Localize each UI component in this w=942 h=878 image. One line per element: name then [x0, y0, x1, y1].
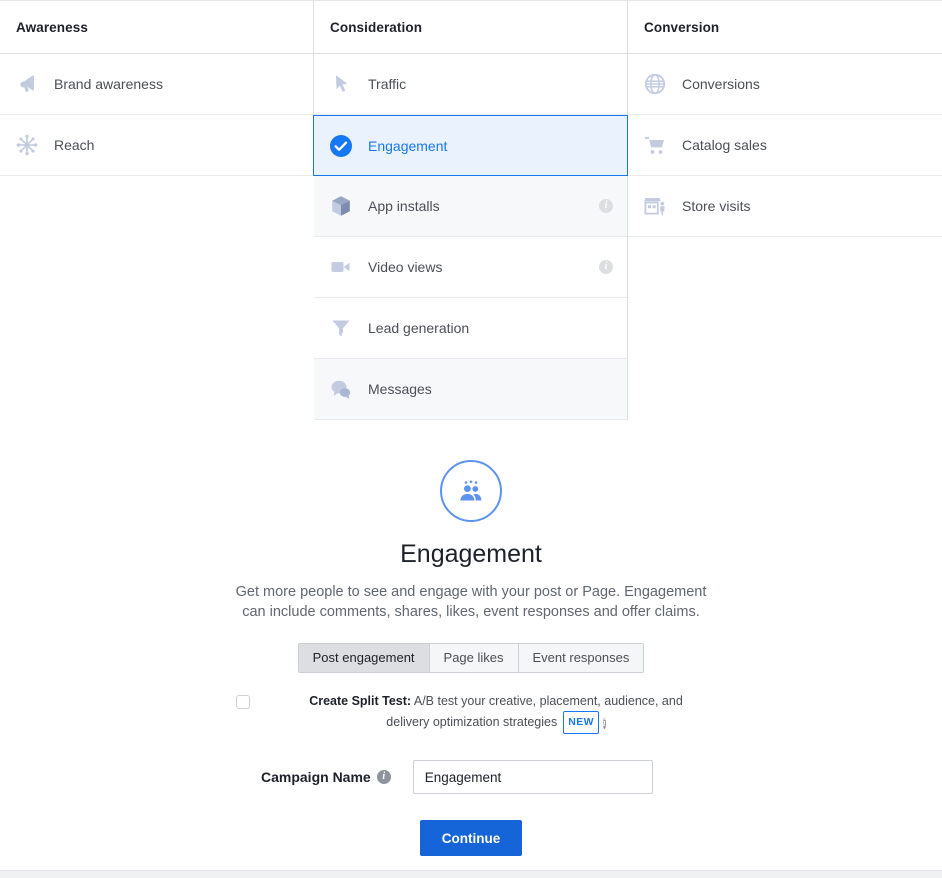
objective-label: Lead generation: [368, 320, 470, 336]
objective-columns: Awareness Brand awareness Reach Consider…: [0, 0, 942, 420]
tab-post-engagement[interactable]: Post engagement: [298, 644, 430, 672]
campaign-name-label-text: Campaign Name: [261, 769, 371, 785]
funnel-icon: [328, 315, 354, 341]
objective-column-consideration: Consideration Traffic Engagement App ins…: [313, 1, 628, 420]
info-icon[interactable]: i: [376, 770, 391, 784]
campaign-name-input[interactable]: [412, 760, 653, 794]
objective-label: Conversions: [682, 76, 760, 92]
megaphone-icon: [14, 71, 40, 97]
video-camera-icon: [328, 254, 354, 280]
check-circle-icon: [328, 133, 354, 159]
column-header-consideration: Consideration: [314, 1, 627, 54]
split-test-label-bold: Create Split Test:: [309, 694, 412, 708]
cube-box-icon: [328, 193, 354, 219]
campaign-name-row: Campaign Name i: [261, 760, 681, 794]
continue-button[interactable]: Continue: [419, 820, 523, 856]
info-icon[interactable]: i: [602, 717, 606, 729]
objective-label: Catalog sales: [682, 137, 767, 153]
objective-item-catalog-sales[interactable]: Catalog sales: [628, 115, 942, 176]
objective-label: Engagement: [368, 137, 448, 154]
objective-item-store-visits[interactable]: Store visits: [628, 176, 942, 237]
objective-detail-panel: Engagement Get more people to see and en…: [0, 420, 942, 856]
objective-label: Brand awareness: [54, 76, 163, 92]
objective-label: App installs: [368, 198, 440, 214]
split-test-label-rest: A/B test your creative, placement, audie…: [386, 694, 683, 729]
shopping-cart-icon: [642, 132, 668, 158]
objective-column-conversion: Conversion Conversions Catalog sales Sto…: [628, 1, 942, 237]
people-group-icon: [440, 460, 502, 522]
objective-label: Video views: [368, 259, 443, 275]
info-icon[interactable]: i: [599, 260, 613, 274]
cursor-arrow-icon: [328, 71, 354, 97]
campaign-objective-page: Awareness Brand awareness Reach Consider…: [0, 0, 942, 878]
detail-description: Get more people to see and engage with y…: [235, 584, 707, 620]
detail-title: Engagement: [400, 540, 542, 568]
column-header-awareness: Awareness: [0, 1, 313, 54]
objective-label: Messages: [368, 381, 432, 397]
objective-subtype-tabs: Post engagement Page likes Event respons…: [297, 643, 645, 673]
objective-item-traffic[interactable]: Traffic: [314, 54, 627, 115]
campaign-name-label: Campaign Name i: [261, 769, 391, 785]
objective-item-reach[interactable]: Reach: [0, 115, 313, 176]
storefront-icon: [642, 193, 668, 219]
new-badge: NEW: [563, 711, 599, 734]
column-header-conversion: Conversion: [628, 1, 942, 54]
objective-item-engagement[interactable]: Engagement: [313, 115, 628, 176]
speech-bubbles-icon: [328, 376, 354, 402]
objective-item-messages[interactable]: Messages: [314, 359, 627, 420]
objective-label: Store visits: [682, 198, 751, 214]
info-icon[interactable]: i: [599, 199, 613, 213]
objective-item-app-installs[interactable]: App installs i: [314, 176, 627, 237]
objective-item-conversions[interactable]: Conversions: [628, 54, 942, 115]
objective-label: Reach: [54, 137, 95, 153]
split-test-row: Create Split Test: A/B test your creativ…: [236, 692, 706, 734]
objective-item-video-views[interactable]: Video views i: [314, 237, 627, 298]
continue-button-row: Continue: [0, 820, 942, 856]
tab-page-likes[interactable]: Page likes: [429, 644, 519, 672]
reach-starburst-icon: [14, 132, 40, 158]
objective-column-awareness: Awareness Brand awareness Reach: [0, 1, 314, 176]
objective-label: Traffic: [368, 76, 407, 92]
tab-event-responses[interactable]: Event responses: [518, 644, 644, 672]
objective-item-lead-generation[interactable]: Lead generation: [314, 298, 627, 359]
split-test-checkbox[interactable]: [236, 695, 250, 709]
objective-item-brand-awareness[interactable]: Brand awareness: [0, 54, 313, 115]
bottom-bar: [0, 870, 942, 878]
globe-icon: [642, 71, 668, 97]
split-test-label: Create Split Test: A/B test your creativ…: [286, 692, 706, 734]
